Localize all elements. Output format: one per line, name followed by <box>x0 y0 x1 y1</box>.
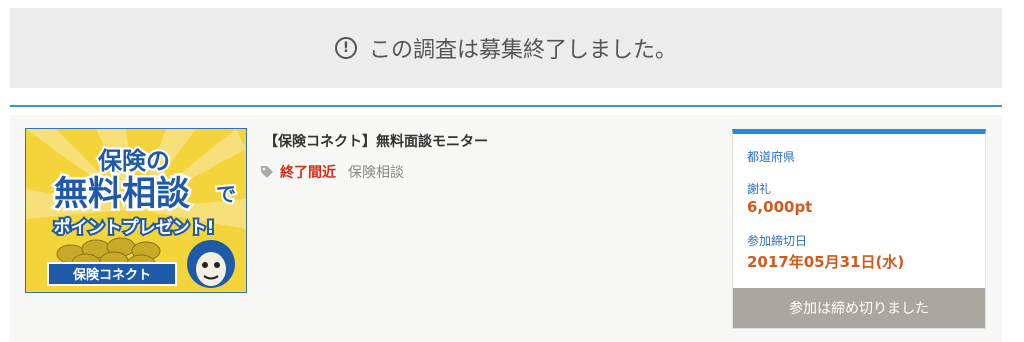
survey-card: 保険の 無料相談 で ポイントプレゼント! 保険コネクト 【保険コネクト】無料面… <box>10 115 1002 342</box>
banner-brand: 保険コネクト <box>72 267 151 283</box>
banner-illustration: 保険の 無料相談 で ポイントプレゼント! 保険コネクト <box>26 129 246 292</box>
exclamation-circle-icon: ! <box>334 37 357 59</box>
banner-line2: 無料相談 <box>54 174 191 214</box>
tag-icon <box>261 166 273 178</box>
prefecture-label: 都道府県 <box>747 150 796 164</box>
banner-line1: 保険の <box>97 147 170 175</box>
banner-line2-suffix: で <box>216 182 236 206</box>
reward-value: 6,000pt <box>747 198 813 216</box>
survey-tags: 終了間近 保険相談 <box>260 162 404 182</box>
reward-label: 謝礼 <box>747 182 772 196</box>
participation-closed-button[interactable]: 参加は締め切りました <box>733 288 985 328</box>
closed-notice-text: この調査は募集終了しました。 <box>368 38 677 63</box>
survey-info-panel: 都道府県 謝礼 6,000pt 参加締切日 2017年05月31日(水) 参加は… <box>732 129 986 329</box>
banner-line3: ポイントプレゼント! <box>54 217 215 238</box>
deadline-value: 2017年05月31日(水) <box>747 253 905 271</box>
deadline-label: 参加締切日 <box>747 234 808 248</box>
survey-title[interactable]: 【保険コネクト】無料面談モニター <box>264 131 488 151</box>
status-badge: 終了間近 <box>280 165 336 181</box>
category-tag[interactable]: 保険相談 <box>348 162 404 182</box>
closed-notice: ! この調査は募集終了しました。 <box>10 8 1002 88</box>
section-divider <box>10 105 1002 107</box>
survey-banner-image[interactable]: 保険の 無料相談 で ポイントプレゼント! 保険コネクト <box>25 128 247 293</box>
